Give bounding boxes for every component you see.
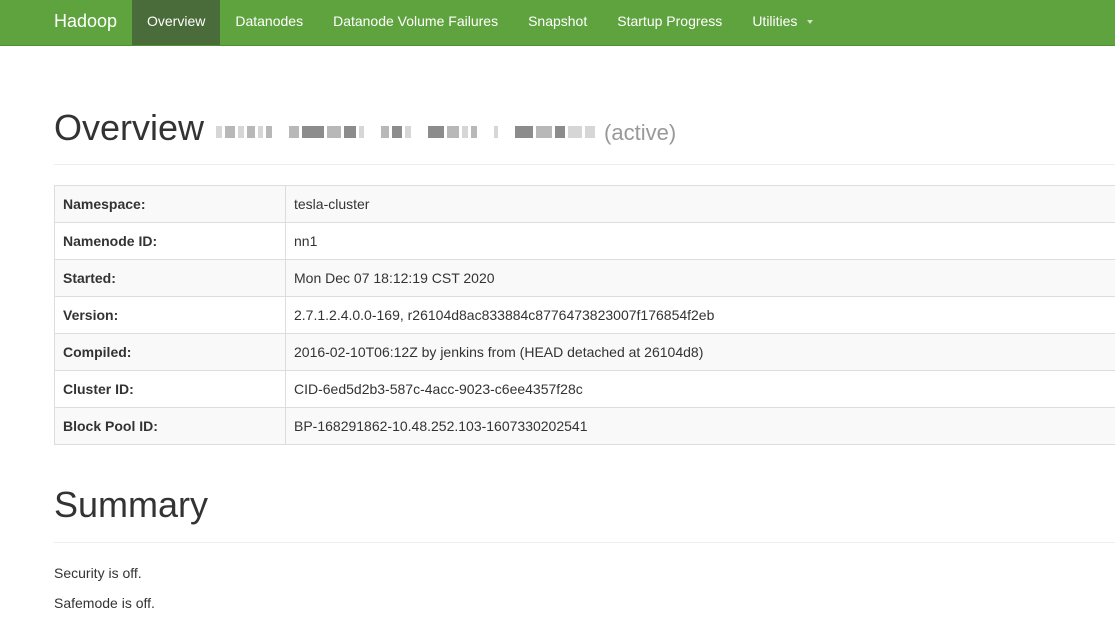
page-title-text: Overview xyxy=(54,107,205,148)
table-row: Compiled: 2016-02-10T06:12Z by jenkins f… xyxy=(54,333,1115,371)
row-value: BP-168291862-10.48.252.103-1607330202541 xyxy=(285,407,1115,445)
main-content: Overview (active) Namespace: tesla-clust… xyxy=(54,46,1115,613)
nav-item-label: Overview xyxy=(147,13,206,29)
overview-info-table: Namespace: tesla-cluster Namenode ID: nn… xyxy=(54,185,1115,445)
summary-header: Summary xyxy=(54,485,1115,543)
nav-item-utilities[interactable]: Utilities xyxy=(737,0,828,45)
nav-item-snapshot[interactable]: Snapshot xyxy=(513,0,602,45)
chevron-down-icon xyxy=(807,20,814,25)
row-label: Cluster ID: xyxy=(54,370,286,408)
row-value: CID-6ed5d2b3-587c-4acc-9023-c6ee4357f28c xyxy=(285,370,1115,408)
row-label: Block Pool ID: xyxy=(54,407,286,445)
table-row: Started: Mon Dec 07 18:12:19 CST 2020 xyxy=(54,259,1115,297)
nav-item-label: Utilities xyxy=(752,13,798,29)
table-row: Block Pool ID: BP-168291862-10.48.252.10… xyxy=(54,407,1115,445)
overview-header: Overview (active) xyxy=(54,108,1115,165)
row-label: Compiled: xyxy=(54,333,286,371)
nav-item-datanode-volume-failures[interactable]: Datanode Volume Failures xyxy=(318,0,513,45)
namenode-state-label: (active) xyxy=(604,120,677,145)
nav-item-overview[interactable]: Overview xyxy=(132,0,221,45)
top-navbar: Hadoop Overview Datanodes Datanode Volum… xyxy=(0,0,1115,46)
row-value: nn1 xyxy=(285,222,1115,260)
row-value: 2016-02-10T06:12Z by jenkins from (HEAD … xyxy=(285,333,1115,371)
nav-item-datanodes[interactable]: Datanodes xyxy=(220,0,318,45)
nav-item-label: Datanodes xyxy=(235,13,304,29)
nav-menu: Overview Datanodes Datanode Volume Failu… xyxy=(132,0,828,45)
section-title-summary: Summary xyxy=(54,484,209,525)
brand-logo[interactable]: Hadoop xyxy=(54,0,117,45)
row-value: 2.7.1.2.4.0.0-169, r26104d8ac833884c8776… xyxy=(285,296,1115,334)
row-value: tesla-cluster xyxy=(285,185,1115,223)
row-label: Namenode ID: xyxy=(54,222,286,260)
row-value: Mon Dec 07 18:12:19 CST 2020 xyxy=(285,259,1115,297)
security-status: Security is off. xyxy=(54,565,142,581)
nav-item-label: Snapshot xyxy=(528,13,588,29)
table-row: Cluster ID: CID-6ed5d2b3-587c-4acc-9023-… xyxy=(54,370,1115,408)
row-label: Version: xyxy=(54,296,286,334)
row-label: Started: xyxy=(54,259,286,297)
nav-item-label: Datanode Volume Failures xyxy=(333,13,499,29)
table-row: Namenode ID: nn1 xyxy=(54,222,1115,260)
safemode-status: Safemode is off. xyxy=(54,595,155,611)
nav-item-startup-progress[interactable]: Startup Progress xyxy=(602,0,737,45)
row-label: Namespace: xyxy=(54,185,286,223)
page-title: Overview (active) xyxy=(54,108,1115,153)
nav-item-label: Startup Progress xyxy=(617,13,723,29)
table-row: Namespace: tesla-cluster xyxy=(54,185,1115,223)
table-row: Version: 2.7.1.2.4.0.0-169, r26104d8ac83… xyxy=(54,296,1115,334)
redacted-hostname xyxy=(216,121,598,143)
